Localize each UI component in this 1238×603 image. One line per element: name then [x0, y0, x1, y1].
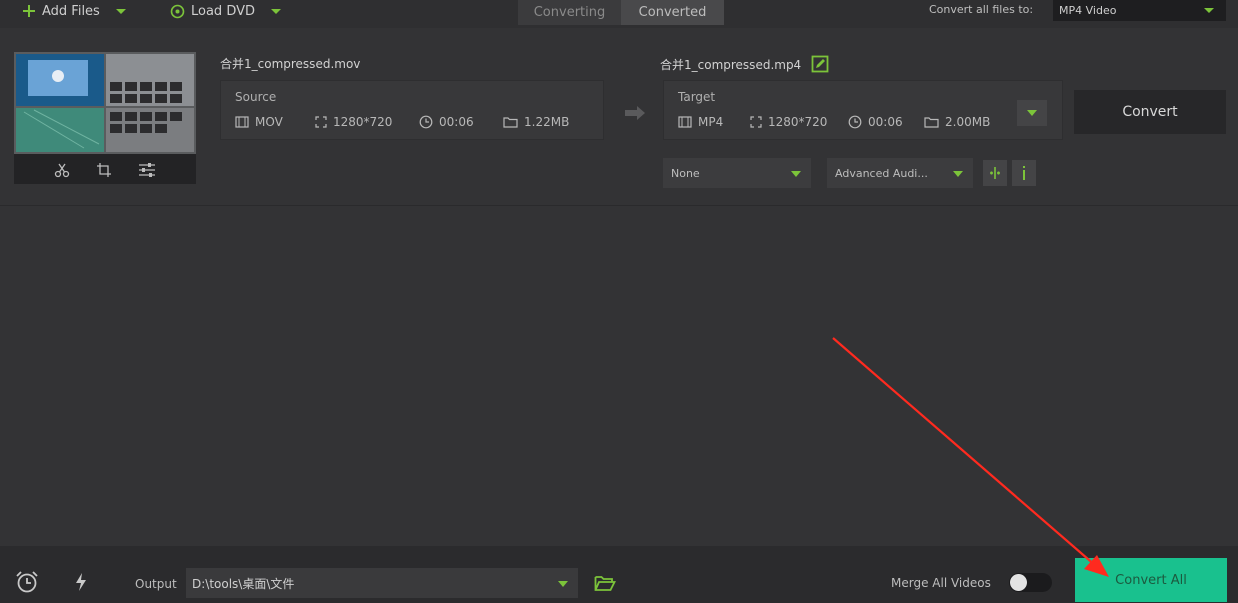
folder-icon: [924, 117, 939, 128]
source-duration: 00:06: [419, 115, 503, 129]
target-duration: 00:06: [848, 115, 924, 129]
tab-converting[interactable]: Converting: [518, 0, 621, 25]
lightning-icon[interactable]: [74, 572, 88, 592]
load-dvd-dropdown-icon[interactable]: [271, 8, 282, 14]
subtitle-select-value: None: [671, 166, 700, 180]
bottom-bar: Output D:\tools\桌面\文件 Merge All Videos C…: [0, 546, 1238, 603]
add-files-label: Add Files: [42, 3, 100, 19]
alarm-clock-icon[interactable]: [14, 570, 40, 594]
chevron-down-icon: [558, 581, 568, 587]
audio-select[interactable]: Advanced Audi...: [827, 158, 973, 188]
load-dvd-button[interactable]: Load DVD: [170, 0, 282, 22]
merge-all-videos-label: Merge All Videos: [891, 576, 991, 590]
target-info-box: Target MP4 1280*720 00:06 2.00MB: [663, 80, 1063, 140]
target-format-dropdown[interactable]: [1017, 100, 1047, 126]
status-tabs: Converting Converted: [518, 0, 724, 25]
film-icon: [678, 116, 692, 128]
chevron-down-icon: [1027, 110, 1037, 116]
resolution-icon: [315, 116, 327, 128]
chevron-down-icon: [1204, 8, 1214, 13]
resolution-icon: [750, 116, 762, 128]
add-files-dropdown-icon[interactable]: [115, 8, 126, 14]
target-format: MP4: [678, 115, 750, 129]
convert-all-button[interactable]: Convert All: [1075, 558, 1227, 602]
add-audio-track-button[interactable]: [983, 160, 1007, 186]
split-plus-icon: [990, 167, 1000, 179]
folder-icon: [503, 117, 518, 128]
film-icon: [235, 116, 249, 128]
top-toolbar: Add Files Load DVD Converting Converted …: [0, 0, 1238, 28]
source-title: Source: [235, 90, 277, 104]
video-thumbnail[interactable]: [14, 52, 196, 154]
open-folder-icon[interactable]: [594, 575, 616, 592]
scissors-icon[interactable]: [54, 162, 70, 178]
source-resolution: 1280*720: [315, 115, 419, 129]
add-files-button[interactable]: Add Files: [22, 0, 126, 22]
video-thumbnail-panel: [14, 52, 196, 184]
adjust-settings-icon[interactable]: [138, 162, 156, 178]
merge-all-videos-toggle[interactable]: [1009, 573, 1052, 592]
chevron-down-icon: [791, 171, 801, 177]
target-file-name-row: 合并1_compressed.mp4: [660, 55, 829, 73]
thumbnail-image: [14, 52, 196, 154]
source-info-items: MOV 1280*720 00:06 1.22MB: [235, 115, 569, 129]
source-file-name: 合并1_compressed.mov: [220, 57, 361, 71]
load-dvd-label: Load DVD: [191, 3, 256, 19]
file-item: 合并1_compressed.mov Source MOV 1280*720 0…: [0, 38, 1238, 206]
convert-arrow-icon: [624, 105, 646, 121]
audio-select-value: Advanced Audi...: [835, 166, 928, 180]
edit-icon[interactable]: [811, 55, 829, 73]
source-size: 1.22MB: [503, 115, 569, 129]
thumbnail-tools: [14, 156, 196, 184]
source-info-box: Source MOV 1280*720 00:06 1.22MB: [220, 80, 604, 140]
disc-icon: [170, 4, 185, 18]
clock-icon: [848, 115, 862, 129]
target-file-name: 合并1_compressed.mp4: [660, 57, 802, 72]
subtitle-select[interactable]: None: [663, 158, 811, 188]
convert-all-files-to-label: Convert all files to:: [929, 3, 1034, 16]
toggle-knob: [1010, 574, 1027, 591]
target-size: 2.00MB: [924, 115, 990, 129]
target-resolution: 1280*720: [750, 115, 848, 129]
clock-icon: [419, 115, 433, 129]
crop-icon[interactable]: [96, 162, 112, 178]
convert-button[interactable]: Convert: [1074, 90, 1226, 134]
source-format: MOV: [235, 115, 315, 129]
info-icon: [1023, 166, 1025, 180]
output-path-select[interactable]: D:\tools\桌面\文件: [186, 568, 578, 598]
output-format-select[interactable]: MP4 Video: [1053, 0, 1226, 21]
target-title: Target: [678, 90, 716, 104]
output-label: Output: [135, 577, 177, 591]
tab-converted[interactable]: Converted: [621, 0, 724, 25]
output-format-value: MP4 Video: [1059, 4, 1117, 17]
plus-icon: [23, 5, 35, 17]
output-path-value: D:\tools\桌面\文件: [192, 576, 295, 591]
target-info-items: MP4 1280*720 00:06 2.00MB: [678, 115, 990, 129]
info-button[interactable]: [1012, 160, 1036, 186]
chevron-down-icon: [953, 171, 963, 177]
